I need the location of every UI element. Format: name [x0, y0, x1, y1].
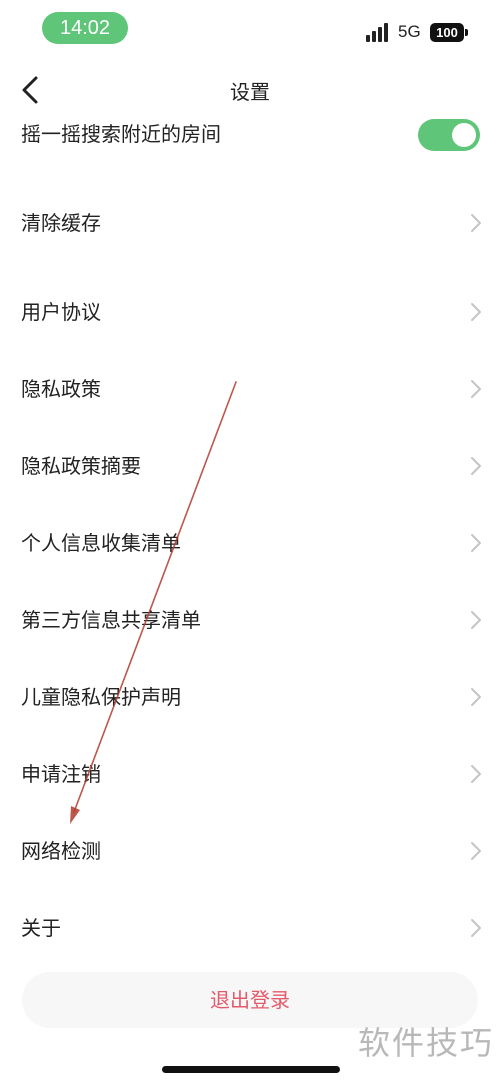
- chevron-right-icon: [471, 380, 481, 398]
- network-type: 5G: [398, 22, 421, 41]
- shake-search-label: 摇一摇搜索附近的房间: [21, 122, 221, 146]
- shake-search-row: 摇一摇搜索附近的房间: [0, 104, 500, 164]
- chevron-right-icon: [471, 842, 481, 860]
- menu-item-personal-info-list[interactable]: 个人信息收集清单: [0, 513, 500, 573]
- chevron-right-icon: [471, 688, 481, 706]
- chevron-right-icon: [471, 765, 481, 783]
- menu-item-about[interactable]: 关于: [0, 898, 500, 958]
- chevron-right-icon: [471, 611, 481, 629]
- toggle-knob: [452, 123, 476, 147]
- menu-item-network-check[interactable]: 网络检测: [0, 821, 500, 881]
- home-indicator: [162, 1066, 340, 1073]
- battery-tip: [465, 29, 468, 36]
- chevron-right-icon: [471, 457, 481, 475]
- signal-icon: [366, 22, 392, 42]
- chevron-right-icon: [471, 919, 481, 937]
- menu-item-label: 隐私政策摘要: [21, 454, 141, 478]
- menu-item-label: 用户协议: [21, 300, 101, 324]
- status-time: 14:02: [42, 12, 128, 44]
- menu-item-label: 网络检测: [21, 839, 101, 863]
- menu-item-label: 清除缓存: [21, 211, 101, 235]
- menu-item-label: 儿童隐私保护声明: [21, 685, 181, 709]
- page-title: 设置: [230, 80, 270, 104]
- shake-search-toggle[interactable]: [418, 119, 480, 151]
- watermark-text: 软件技巧: [358, 1024, 495, 1062]
- menu-item-clear-cache[interactable]: 清除缓存: [0, 193, 500, 253]
- status-bar: 14:02 5G 100: [0, 0, 500, 62]
- menu-item-label: 申请注销: [21, 762, 101, 786]
- menu-item-label: 隐私政策: [21, 377, 101, 401]
- menu-item-cancel-account[interactable]: 申请注销: [0, 744, 500, 804]
- chevron-right-icon: [471, 534, 481, 552]
- menu-item-label: 个人信息收集清单: [21, 531, 181, 555]
- menu-item-children-privacy[interactable]: 儿童隐私保护声明: [0, 667, 500, 727]
- battery-icon: 100: [430, 23, 464, 42]
- menu-item-privacy-policy[interactable]: 隐私政策: [0, 359, 500, 419]
- menu-item-privacy-summary[interactable]: 隐私政策摘要: [0, 436, 500, 496]
- menu-item-label: 关于: [21, 916, 61, 940]
- chevron-right-icon: [471, 214, 481, 232]
- menu-item-user-agreement[interactable]: 用户协议: [0, 282, 500, 342]
- menu-item-third-party-sharing[interactable]: 第三方信息共享清单: [0, 590, 500, 650]
- chevron-right-icon: [471, 303, 481, 321]
- menu-item-label: 第三方信息共享清单: [21, 608, 201, 632]
